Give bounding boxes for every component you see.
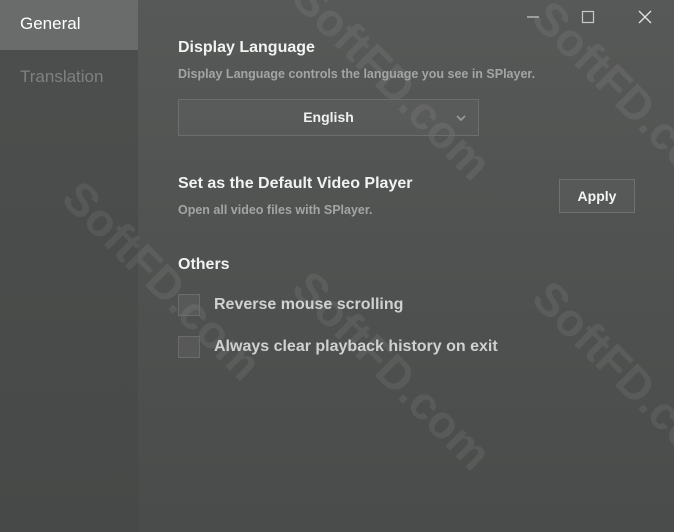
sidebar-item-general[interactable]: General (0, 0, 138, 50)
default-player-description: Open all video files with SPlayer. (178, 203, 373, 217)
maximize-button[interactable] (575, 4, 601, 30)
close-button[interactable] (632, 4, 658, 30)
default-player-title: Set as the Default Video Player (178, 175, 413, 192)
apply-button[interactable]: Apply (559, 179, 635, 213)
close-icon (638, 10, 652, 24)
watermark-text: SoftFD.com (522, 270, 674, 490)
clear-history-checkbox[interactable] (178, 336, 200, 358)
chevron-down-icon (456, 115, 466, 122)
reverse-scrolling-option[interactable]: Reverse mouse scrolling (178, 293, 403, 317)
reverse-scrolling-checkbox[interactable] (178, 294, 200, 316)
watermark-text: SoftFD.com (282, 0, 502, 190)
sidebar-item-translation[interactable]: Translation (0, 52, 138, 102)
maximize-icon (581, 10, 595, 24)
language-select-value: English (303, 109, 354, 125)
minimize-button[interactable] (520, 4, 546, 30)
language-select[interactable]: English (178, 99, 479, 136)
reverse-scrolling-label: Reverse mouse scrolling (214, 296, 404, 313)
settings-window: General Translation SoftFD.com SoftFD.co… (0, 0, 674, 532)
sidebar: General Translation (0, 0, 138, 532)
clear-history-label: Always clear playback history on exit (214, 338, 498, 355)
minimize-icon (527, 16, 539, 18)
display-language-title: Display Language (178, 39, 315, 56)
display-language-description: Display Language controls the language y… (178, 67, 536, 81)
clear-history-option[interactable]: Always clear playback history on exit (178, 335, 498, 359)
others-title: Others (178, 256, 230, 273)
